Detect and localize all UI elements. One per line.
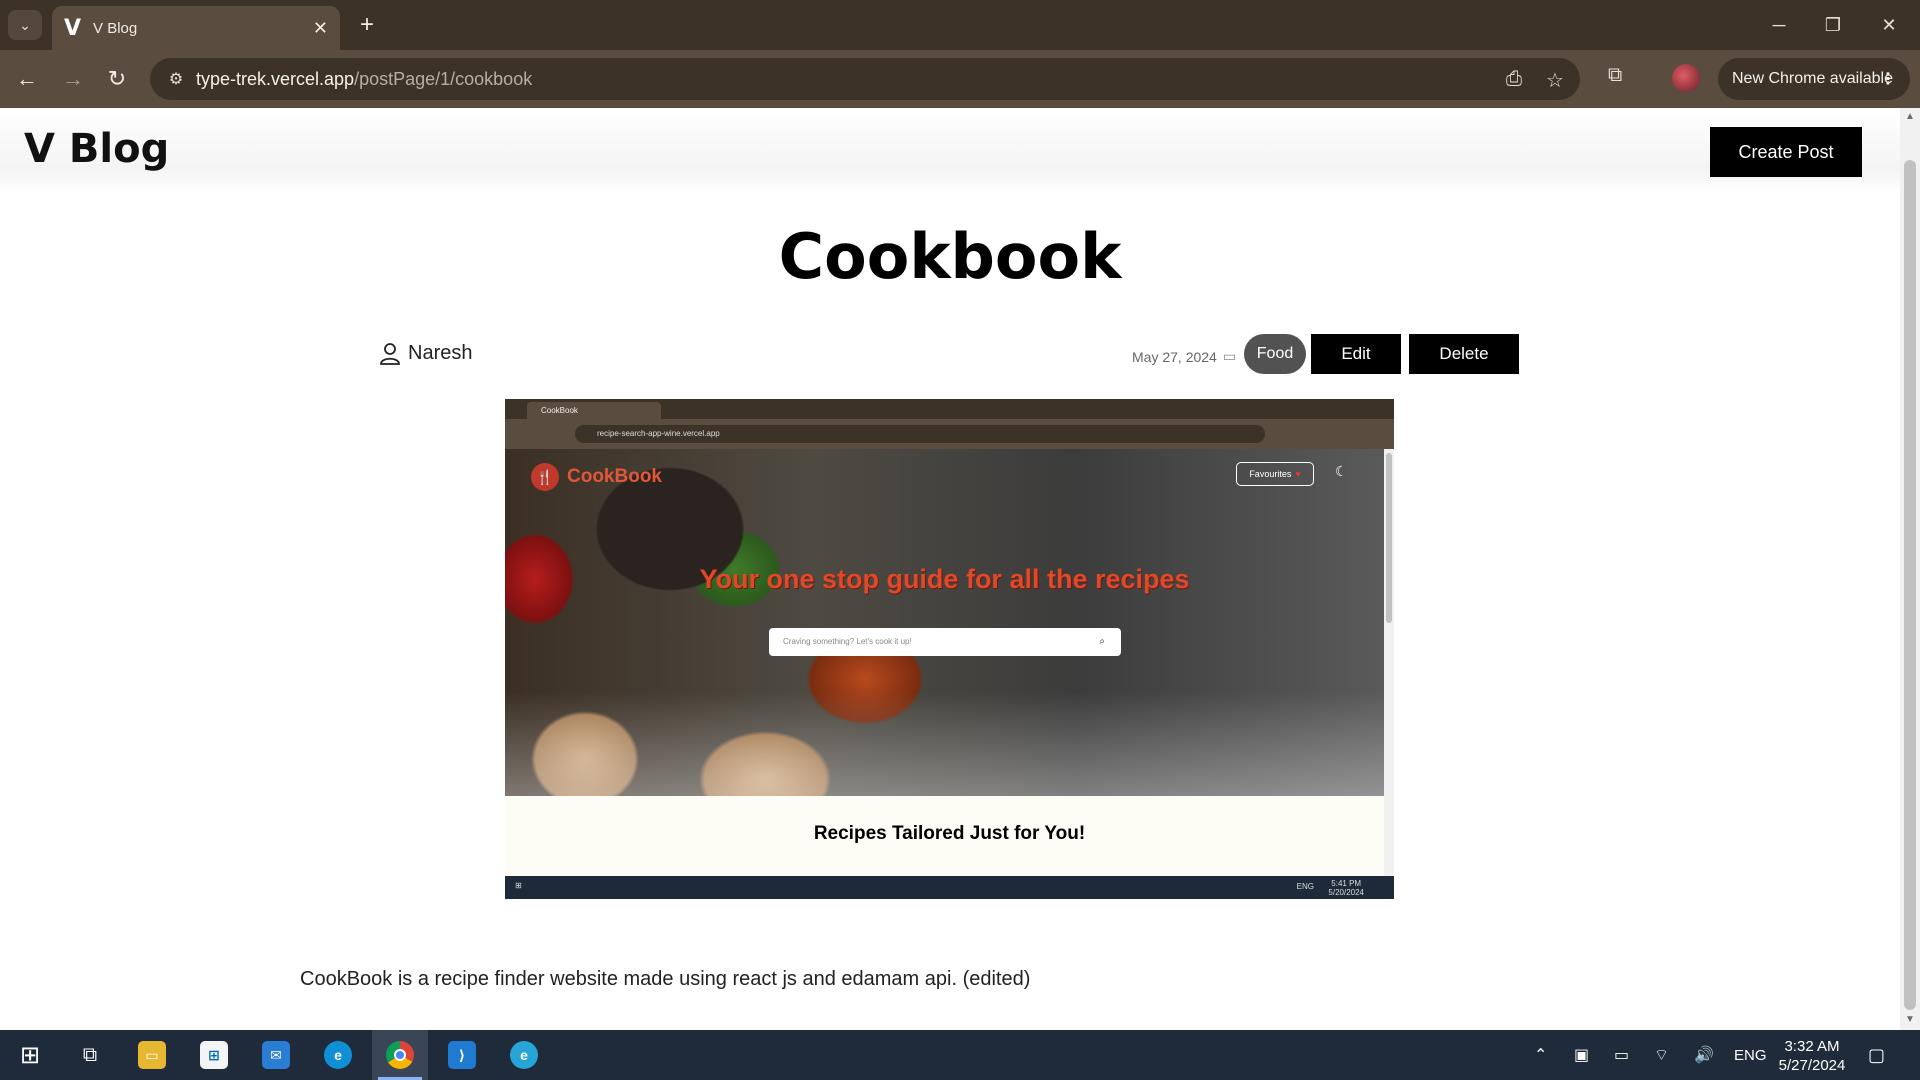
site-header: V Blog Create Post [0, 108, 1900, 194]
image-headline: Your one stop guide for all the recipes [699, 564, 1190, 594]
category-badge[interactable]: Food [1244, 334, 1306, 374]
extensions-icon[interactable]: ⧉ [1608, 64, 1622, 87]
close-window-button[interactable]: ✕ [1862, 8, 1916, 42]
image-brand: 🍴 CookBook [531, 463, 662, 491]
edit-button[interactable]: Edit [1311, 334, 1401, 374]
tab-close-icon[interactable]: ✕ [313, 18, 328, 39]
image-scrollbar [1384, 449, 1394, 876]
image-brand-name: CookBook [567, 466, 662, 487]
tray-overflow-icon[interactable]: ⌃ [1534, 1030, 1547, 1080]
image-favourites-button: Favourites ♥ [1236, 462, 1314, 486]
page-scrollbar[interactable]: ▲ ▼ [1900, 108, 1920, 1030]
heart-icon: ♥ [1295, 469, 1301, 479]
post-date-text: May 27, 2024 [1132, 348, 1217, 365]
volume-icon[interactable]: 🔊 [1694, 1030, 1714, 1080]
url-host: type-trek.vercel.app [196, 68, 355, 89]
edge-dev-icon[interactable]: e [496, 1030, 552, 1080]
image-search-box: Craving something? Let's cook it up! ⌕ [769, 628, 1121, 656]
site-info-icon[interactable]: ⚙ [156, 69, 196, 89]
post-body: CookBook is a recipe finder website made… [300, 968, 1031, 990]
browser-toolbar: ← → ↻ ⚙ type-trek.vercel.app/postPage/1/… [0, 50, 1920, 108]
mail-icon[interactable]: ✉ [248, 1030, 304, 1080]
scroll-up-arrow[interactable]: ▲ [1904, 111, 1916, 122]
image-clock: 5:41 PM 5/20/2024 [1328, 879, 1364, 897]
image-tray-lang: ENG [1296, 882, 1314, 891]
notification-icon[interactable]: ▢ [1868, 1030, 1885, 1080]
restore-button[interactable]: ❐ [1806, 8, 1860, 42]
back-button[interactable]: ← [10, 62, 44, 96]
microsoft-store-icon[interactable]: ⊞ [186, 1030, 242, 1080]
language-indicator[interactable]: ENG [1734, 1030, 1767, 1080]
reload-button[interactable]: ↻ [100, 62, 134, 96]
url-text[interactable]: type-trek.vercel.app/postPage/1/cookbook [196, 69, 532, 90]
calendar-icon: ▭ [1222, 348, 1237, 364]
bookmark-star-icon[interactable]: ☆ [1546, 68, 1564, 93]
taskbar-clock[interactable]: 3:32 AM 5/27/2024 [1774, 1037, 1850, 1075]
update-label: New Chrome available [1732, 70, 1893, 87]
file-explorer-icon[interactable]: ▭ [124, 1030, 180, 1080]
clock-date: 5/27/2024 [1778, 1057, 1846, 1074]
tab-search-button[interactable]: ⌄ [8, 10, 42, 40]
post-date: May 27, 2024 ▭ [1132, 348, 1236, 365]
url-path: /postPage/1/cookbook [354, 68, 533, 89]
tab-title: V Blog [93, 19, 138, 37]
delete-button[interactable]: Delete [1409, 334, 1519, 374]
browser-tabstrip: ⌄ V V Blog ✕ + ─ ❐ ✕ [0, 0, 1920, 50]
image-tab-title: CookBook [527, 402, 661, 419]
clock-time: 3:32 AM [1784, 1038, 1840, 1055]
page-viewport: V Blog Create Post Cookbook Naresh May 2… [0, 108, 1900, 1030]
vscode-icon[interactable]: ⟩ [434, 1030, 490, 1080]
moon-icon: ☾ [1335, 463, 1348, 479]
image-hero-background [505, 449, 1384, 796]
scrollbar-thumb[interactable] [1904, 160, 1916, 1010]
image-browser-toolbar: recipe-search-app-wine.vercel.app [505, 419, 1394, 449]
network-monitor-icon[interactable]: ▣ [1574, 1030, 1589, 1080]
image-taskbar: ⊞ ENG 5:41 PM 5/20/2024 [505, 876, 1394, 899]
edge-icon[interactable]: e [310, 1030, 366, 1080]
create-post-button[interactable]: Create Post [1710, 127, 1862, 177]
profile-avatar[interactable] [1672, 64, 1700, 92]
user-icon [380, 342, 400, 365]
new-tab-button[interactable]: + [352, 10, 382, 40]
task-view-icon[interactable]: ⧉ [62, 1030, 118, 1080]
browser-tab-active[interactable]: V V Blog ✕ [52, 6, 340, 50]
image-browser-tabstrip: CookBook [505, 399, 1394, 419]
wifi-icon[interactable]: ⌔ [1654, 1030, 1669, 1080]
scroll-down-arrow[interactable]: ▼ [1904, 1014, 1916, 1025]
chrome-icon[interactable] [372, 1030, 428, 1080]
post-author: Naresh [380, 342, 472, 365]
image-section-title: Recipes Tailored Just for You! [813, 823, 1086, 844]
image-clock-date: 5/20/2024 [1328, 888, 1364, 897]
image-favourites-label: Favourites [1249, 469, 1292, 479]
image-search-icon: ⌕ [1099, 636, 1105, 647]
post-title: Cookbook [778, 220, 1122, 293]
forward-button[interactable]: → [56, 62, 90, 96]
address-bar[interactable]: ⚙ type-trek.vercel.app/postPage/1/cookbo… [150, 58, 1580, 100]
image-windows-icon: ⊞ [515, 881, 522, 890]
post-image: CookBook recipe-search-app-wine.vercel.a… [505, 399, 1394, 899]
battery-icon[interactable]: ▭ [1614, 1030, 1629, 1080]
image-url: recipe-search-app-wine.vercel.app [575, 425, 1265, 443]
image-clock-time: 5:41 PM [1331, 879, 1362, 888]
menu-kebab-icon[interactable]: ⋮ [1880, 69, 1896, 89]
author-name: Naresh [408, 342, 473, 364]
windows-taskbar: ⊞ ⧉ ▭ ⊞ ✉ e ⟩ e ⌃ ▣ ▭ ⌔ 🔊 ENG 3:32 AM 5/… [0, 1030, 1920, 1080]
cookbook-logo-icon: 🍴 [531, 463, 559, 491]
image-search-placeholder: Craving something? Let's cook it up! [783, 637, 912, 646]
windows-start-icon[interactable]: ⊞ [2, 1030, 58, 1080]
site-logo[interactable]: V Blog [24, 126, 169, 172]
tab-favicon: V [64, 15, 82, 41]
minimize-button[interactable]: ─ [1752, 8, 1806, 42]
chrome-update-button[interactable]: New Chrome available ⋮ [1718, 58, 1910, 100]
install-app-icon[interactable]: ⎙ [1506, 68, 1522, 91]
